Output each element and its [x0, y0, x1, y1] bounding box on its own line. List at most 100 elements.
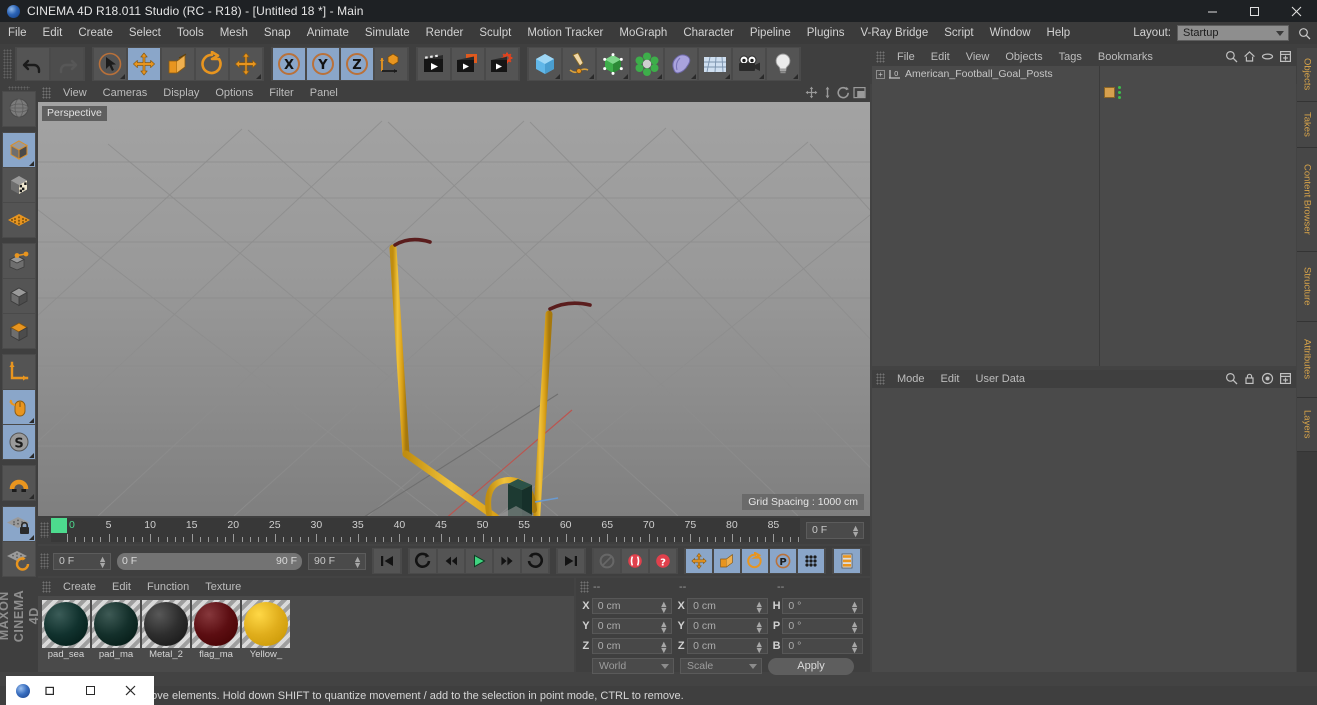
redo-button[interactable]: [51, 48, 83, 80]
layout-select[interactable]: Startup: [1177, 25, 1289, 41]
toolbar-grip[interactable]: [3, 49, 12, 79]
point-level-animation-button[interactable]: [798, 549, 824, 573]
menu-item-motion-tracker[interactable]: Motion Tracker: [519, 22, 611, 44]
menu-item-plugins[interactable]: Plugins: [799, 22, 853, 44]
lock-x-axis-button[interactable]: X: [273, 48, 305, 80]
current-frame-field[interactable]: 0 F ▲ ▼: [806, 521, 864, 539]
menu-item-select[interactable]: Select: [121, 22, 169, 44]
lock-workplane-button[interactable]: [3, 506, 35, 541]
close-icon[interactable]: [1275, 0, 1317, 22]
material-item[interactable]: pad_ma: [92, 600, 140, 672]
vtab-content-browser[interactable]: Content Browser: [1297, 148, 1317, 252]
coordinate-system-select[interactable]: World: [592, 658, 674, 674]
object-manager-body[interactable]: + 0 American_Football_Goal_Posts: [872, 66, 1296, 366]
maximize-window-icon[interactable]: [70, 676, 110, 705]
object-menu-tags[interactable]: Tags: [1051, 51, 1090, 63]
minimize-icon[interactable]: [1191, 0, 1233, 22]
coord-input-position-z[interactable]: 0 cm ▲ ▼: [591, 638, 673, 655]
menu-item-snap[interactable]: Snap: [256, 22, 299, 44]
material-thumbnail[interactable]: [192, 600, 240, 648]
spinner-icon[interactable]: ▲ ▼: [850, 600, 859, 615]
render-to-picture-viewer-button[interactable]: [452, 48, 484, 80]
attribute-menu-mode[interactable]: Mode: [889, 373, 933, 385]
workplane-rotate-button[interactable]: [3, 541, 35, 576]
menu-item-file[interactable]: File: [0, 22, 35, 44]
expand-toggle-icon[interactable]: +: [876, 69, 885, 79]
snap-magnet-button[interactable]: [3, 465, 35, 500]
object-menu-edit[interactable]: Edit: [923, 51, 958, 63]
spinner-icon[interactable]: ▲ ▼: [755, 640, 764, 655]
coord-input-size-x[interactable]: 0 cm ▲ ▼: [687, 598, 768, 615]
material-thumbnail[interactable]: [42, 600, 90, 648]
add-camera-button[interactable]: [733, 48, 765, 80]
menu-item-create[interactable]: Create: [70, 22, 121, 44]
object-menu-objects[interactable]: Objects: [997, 51, 1050, 63]
spinner-icon[interactable]: ▲ ▼: [755, 600, 764, 615]
coord-input-size-y[interactable]: 0 cm ▲ ▼: [687, 618, 768, 635]
object-menu-bookmarks[interactable]: Bookmarks: [1090, 51, 1161, 63]
apply-button[interactable]: Apply: [768, 657, 854, 675]
world-object-coordinate-button[interactable]: [375, 48, 407, 80]
go-to-end-button[interactable]: [558, 549, 584, 573]
workplane-mode-button[interactable]: [3, 202, 35, 237]
spinner-icon[interactable]: ▲ ▼: [850, 640, 859, 655]
visibility-dots-icon[interactable]: [1118, 86, 1121, 99]
material-thumbnail[interactable]: [142, 600, 190, 648]
scale-tool[interactable]: [162, 48, 194, 80]
close-window-icon[interactable]: [110, 676, 150, 705]
material-item[interactable]: pad_sea: [42, 600, 90, 672]
attribute-manager-body[interactable]: [872, 388, 1296, 672]
autokeying-button[interactable]: [622, 549, 648, 573]
coord-input-rotation-b[interactable]: 0 ° ▲ ▼: [782, 638, 863, 655]
viewport-menu-options[interactable]: Options: [207, 87, 261, 99]
vtab-takes[interactable]: Takes: [1297, 102, 1317, 148]
material-thumbnail[interactable]: [242, 600, 290, 648]
menu-item-mesh[interactable]: Mesh: [212, 22, 256, 44]
lock-y-axis-button[interactable]: Y: [307, 48, 339, 80]
spinner-icon[interactable]: ▲ ▼: [755, 620, 764, 635]
material-menu-create[interactable]: Create: [55, 581, 104, 593]
model-mode-button[interactable]: [3, 132, 35, 167]
menu-item-vray-bridge[interactable]: V-Ray Bridge: [852, 22, 936, 44]
soft-selection-button[interactable]: S: [3, 424, 35, 459]
material-tag-icon[interactable]: [1104, 87, 1115, 98]
spinner-icon[interactable]: ▲ ▼: [98, 554, 107, 569]
live-selection-tool[interactable]: [94, 48, 126, 80]
menu-item-simulate[interactable]: Simulate: [357, 22, 418, 44]
enable-axis-modification-button[interactable]: [3, 389, 35, 424]
menu-item-mograph[interactable]: MoGraph: [611, 22, 675, 44]
edit-render-settings-button[interactable]: [486, 48, 518, 80]
move-duplicate-tool[interactable]: [230, 48, 262, 80]
maximize-icon[interactable]: [1233, 0, 1275, 22]
object-axis-mode-button[interactable]: [3, 354, 35, 389]
material-menu-function[interactable]: Function: [139, 581, 197, 593]
spinner-icon[interactable]: ▲ ▼: [659, 640, 668, 655]
menu-item-script[interactable]: Script: [936, 22, 981, 44]
material-grip[interactable]: [42, 581, 51, 593]
viewport-canvas[interactable]: Perspective Grid Spacing: 1000 cm: [38, 102, 870, 516]
object-menu-file[interactable]: File: [889, 51, 923, 63]
coord-input-rotation-p[interactable]: 0 ° ▲ ▼: [782, 618, 863, 635]
coord-input-size-z[interactable]: 0 cm ▲ ▼: [687, 638, 768, 655]
render-view-button[interactable]: [418, 48, 450, 80]
vtab-structure[interactable]: Structure: [1297, 252, 1317, 322]
object-manager-grip[interactable]: [876, 51, 885, 63]
object-menu-view[interactable]: View: [958, 51, 998, 63]
viewport-menu-cameras[interactable]: Cameras: [95, 87, 156, 99]
vtab-objects[interactable]: Objects: [1297, 48, 1317, 102]
viewport-menu-panel[interactable]: Panel: [302, 87, 346, 99]
coordinate-mode-select[interactable]: Scale: [680, 658, 762, 674]
material-item[interactable]: Metal_2: [142, 600, 190, 672]
coord-input-position-x[interactable]: 0 cm ▲ ▼: [591, 598, 673, 615]
material-menu-texture[interactable]: Texture: [197, 581, 249, 593]
add-spline-button[interactable]: [563, 48, 595, 80]
viewport-menu-view[interactable]: View: [55, 87, 95, 99]
timeline-toggle-button[interactable]: [834, 549, 860, 573]
edge-mode-button[interactable]: [3, 278, 35, 313]
record-active-objects-button[interactable]: [594, 549, 620, 573]
viewport-grip[interactable]: [42, 87, 51, 99]
add-mograph-button[interactable]: [631, 48, 663, 80]
attribute-manager-grip[interactable]: [876, 373, 885, 385]
parameter-key-button[interactable]: P: [770, 549, 796, 573]
menu-item-help[interactable]: Help: [1039, 22, 1079, 44]
